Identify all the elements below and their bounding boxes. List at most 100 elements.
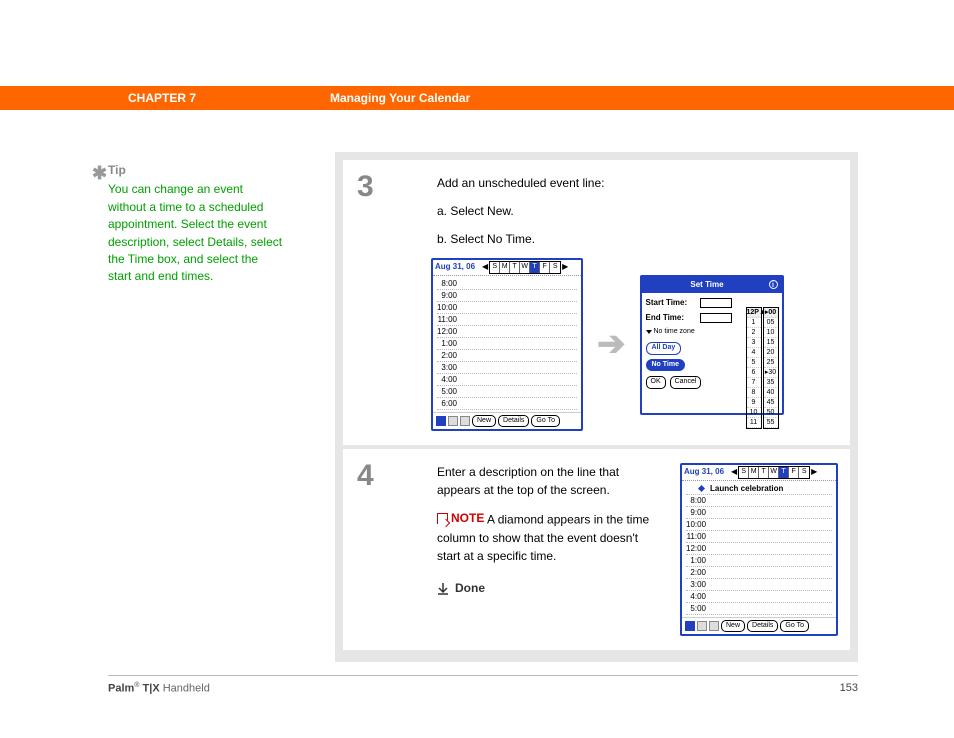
min-cell: 50	[764, 408, 778, 418]
time-row: 2:00	[686, 567, 710, 578]
cancel-button: Cancel	[670, 376, 702, 389]
time-row: 3:00	[686, 579, 710, 590]
view-icon	[685, 621, 695, 631]
time-columns: 12P▲ 1 2 3 4 5 6 7 8 9 10	[746, 307, 779, 429]
tip-block: ✱ Tip You can change an event without a …	[108, 162, 284, 286]
prev-day-icon: ◀	[730, 466, 738, 478]
no-time-zone-label: No time zone	[654, 327, 695, 338]
step3-screenshots: Aug 31, 06 ◀ S M T W T F S ▶	[431, 258, 838, 431]
time-row: 10:00	[686, 519, 710, 530]
page-number: 153	[840, 682, 858, 695]
day-tab: F	[789, 467, 799, 478]
min-cell: 15	[764, 338, 778, 348]
hour-cell: 7	[747, 378, 761, 388]
event-row: Launch celebration	[686, 483, 832, 495]
day-tab-active: T	[779, 467, 789, 478]
hours-column: 12P▲ 1 2 3 4 5 6 7 8 9 10	[746, 307, 762, 429]
end-time-field	[700, 313, 732, 323]
day-tab: S	[739, 467, 749, 478]
time-row: 8:00	[437, 278, 461, 289]
min-cell: 25	[764, 358, 778, 368]
min-cell: 55	[764, 418, 778, 428]
min-cell: 40	[764, 388, 778, 398]
day-tabs: S M T W T F S	[489, 261, 561, 274]
step3-intro: Add an unscheduled event line:	[437, 174, 838, 192]
start-time-field	[700, 298, 732, 308]
dayview-header: Aug 31, 06 ◀ S M T W T F S ▶	[433, 260, 581, 276]
step-number-3: 3	[357, 170, 374, 204]
view-icon	[436, 416, 446, 426]
time-row: 5:00	[686, 603, 710, 614]
time-row: 6:00	[437, 398, 461, 409]
hour-cell: 8	[747, 388, 761, 398]
time-row: 12:00	[437, 326, 461, 337]
step3-item-b: b. Select No Time.	[437, 230, 838, 248]
time-row: 8:00	[686, 495, 710, 506]
hour-cell: 4	[747, 348, 761, 358]
hour-cell: 1	[747, 318, 761, 328]
view-icon	[460, 416, 470, 426]
note-label: NOTE	[437, 509, 484, 527]
no-time-button: No Time	[646, 359, 686, 372]
settime-header: Set Time i	[642, 277, 782, 293]
footer-model: T|X	[139, 683, 159, 695]
ok-button: OK	[646, 376, 666, 389]
time-row: 2:00	[437, 350, 461, 361]
day-tab: F	[540, 262, 550, 273]
next-day-icon: ▶	[810, 466, 818, 478]
event-text: Launch celebration	[710, 483, 832, 494]
dayview2-screenshot: Aug 31, 06 ◀ S M T W T F S ▶	[680, 463, 838, 636]
step4-text: Enter a description on the line that app…	[437, 463, 662, 499]
dayview2-buttons: New Details Go To	[682, 617, 836, 635]
view-icon	[709, 621, 719, 631]
step4-note: NOTE A diamond appears in the time colum…	[437, 509, 662, 565]
dayview2-header: Aug 31, 06 ◀ S M T W T F S ▶	[682, 465, 836, 481]
tip-asterisk-icon: ✱	[92, 160, 107, 186]
next-day-icon: ▶	[561, 261, 569, 273]
info-icon: i	[769, 280, 778, 289]
min-cell: 35	[764, 378, 778, 388]
day-tab: S	[799, 467, 809, 478]
hour-cell: 6	[747, 368, 761, 378]
hour-cell: 3	[747, 338, 761, 348]
step-number-4: 4	[357, 459, 374, 493]
end-time-label: End Time:	[646, 312, 696, 324]
prev-day-icon: ◀	[481, 261, 489, 273]
settime-title: Set Time	[646, 279, 769, 291]
details-button: Details	[498, 415, 529, 428]
footer-product: Palm® T|X Handheld	[108, 682, 210, 695]
dayview-timelines: 8:00 9:00 10:00 11:00 12:00 1:00 2:00 3:…	[433, 276, 581, 412]
settime-screenshot: Set Time i Start Time: End Time:	[640, 275, 784, 415]
day-tab: M	[500, 262, 510, 273]
footer-suffix: Handheld	[160, 683, 210, 695]
arrow-right-icon: ➔	[597, 319, 626, 370]
page-footer: Palm® T|X Handheld 153	[108, 675, 858, 695]
min-cell: 20	[764, 348, 778, 358]
step3-item-a: a. Select New.	[437, 202, 838, 220]
view-icon	[697, 621, 707, 631]
time-row: 5:00	[437, 386, 461, 397]
hours-header: 12P▲	[747, 308, 761, 318]
done-label: Done	[455, 579, 485, 597]
view-icon	[448, 416, 458, 426]
time-row: 11:00	[437, 314, 461, 325]
tip-label: Tip	[108, 162, 284, 179]
all-day-button: All Day	[646, 342, 682, 355]
day-tab: W	[769, 467, 779, 478]
day-tab-active: T	[530, 262, 540, 273]
time-row: 9:00	[437, 290, 461, 301]
diamond-icon	[698, 484, 705, 491]
details-button: Details	[747, 620, 778, 633]
time-row: 1:00	[686, 555, 710, 566]
hour-cell: 9	[747, 398, 761, 408]
time-row: 11:00	[686, 531, 710, 542]
note-icon	[437, 513, 448, 524]
done-row: Done	[437, 579, 662, 597]
diamond-cell	[686, 483, 710, 494]
dayview2-timelines: Launch celebration 8:00 9:00 10:00 11:00…	[682, 481, 836, 617]
chapter-header: CHAPTER 7 Managing Your Calendar	[0, 86, 954, 110]
dayview-screenshot: Aug 31, 06 ◀ S M T W T F S ▶	[431, 258, 583, 431]
mins-header: ▸00	[764, 308, 778, 318]
steps-container: 3 Add an unscheduled event line: a. Sele…	[335, 152, 858, 662]
chapter-title: Managing Your Calendar	[330, 91, 470, 105]
